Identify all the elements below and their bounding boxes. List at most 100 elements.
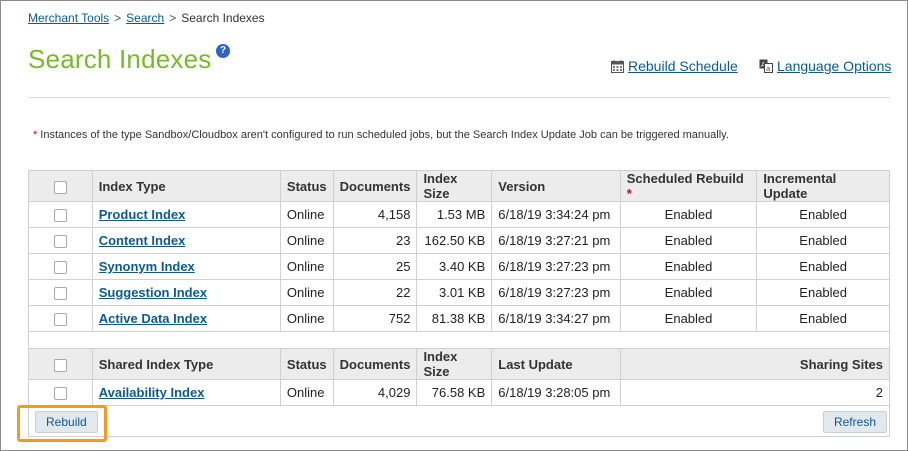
sharing-sites-cell: 2 <box>619 379 891 406</box>
help-icon[interactable]: ? <box>216 44 230 58</box>
shared-select-all-checkbox[interactable] <box>53 358 67 372</box>
scheduled-rebuild-cell: Enabled <box>619 279 758 306</box>
index-type-cell: Availability Index <box>91 379 281 406</box>
row-select-cell <box>28 305 93 332</box>
row-select-cell <box>28 279 93 306</box>
index-link[interactable]: Availability Index <box>99 385 205 400</box>
column-header: Scheduled Rebuild * <box>619 170 758 202</box>
row-checkbox[interactable] <box>53 387 67 401</box>
row-checkbox[interactable] <box>53 235 67 249</box>
index-type-cell: Product Index <box>91 201 281 228</box>
table-row: Active Data Index Online 752 81.38 KB 6/… <box>28 305 890 332</box>
last-update-cell: 6/18/19 3:28:05 pm <box>491 379 621 406</box>
index-link[interactable]: Content Index <box>99 233 186 248</box>
column-header: Incremental Update <box>756 170 890 202</box>
select-all-checkbox[interactable] <box>53 180 67 194</box>
spacer-cell <box>28 331 890 349</box>
column-header: Shared Index Type <box>91 348 281 380</box>
select-all-cell <box>28 170 93 202</box>
status-cell: Online <box>279 227 334 254</box>
row-checkbox[interactable] <box>53 261 67 275</box>
shared-header-row: Shared Index Type Status Documents Index… <box>28 348 891 380</box>
table-spacer-row <box>28 331 890 349</box>
language-options-link[interactable]: Language Options <box>777 58 891 74</box>
status-cell: Online <box>279 279 334 306</box>
required-icon: * <box>626 186 632 201</box>
column-header: Last Update <box>491 348 621 380</box>
row-select-cell <box>28 253 93 280</box>
column-header: Status <box>279 170 334 202</box>
table-row: Synonym Index Online 25 3.40 KB 6/18/19 … <box>28 253 890 280</box>
svg-text:a: a <box>766 65 770 73</box>
index-type-cell: Active Data Index <box>91 305 281 332</box>
column-header: Documents <box>332 170 418 202</box>
scheduled-rebuild-cell: Enabled <box>619 201 758 228</box>
documents-cell: 4,158 <box>332 201 418 228</box>
column-header: Status <box>279 348 334 380</box>
column-header: Version <box>491 170 621 202</box>
index-link[interactable]: Active Data Index <box>99 311 207 326</box>
size-cell: 76.58 KB <box>416 379 493 406</box>
documents-cell: 23 <box>332 227 418 254</box>
status-cell: Online <box>279 201 334 228</box>
row-select-cell <box>28 379 93 406</box>
scheduled-rebuild-cell: Enabled <box>619 305 758 332</box>
column-header: Sharing Sites <box>619 348 891 380</box>
table-row: Suggestion Index Online 22 3.01 KB 6/18/… <box>28 279 890 306</box>
documents-cell: 22 <box>332 279 418 306</box>
column-header: Index Type <box>91 170 281 202</box>
incremental-update-cell: Enabled <box>756 279 890 306</box>
row-checkbox[interactable] <box>53 313 67 327</box>
size-cell: 3.40 KB <box>416 253 493 280</box>
table-footer: Rebuild Refresh <box>28 406 890 437</box>
index-link[interactable]: Product Index <box>99 207 186 222</box>
row-checkbox[interactable] <box>53 209 67 223</box>
index-type-cell: Synonym Index <box>91 253 281 280</box>
info-note: * Instances of the type Sandbox/Cloudbox … <box>33 129 729 141</box>
column-header-label: Scheduled Rebuild <box>626 171 744 186</box>
info-note-text: Instances of the type Sandbox/Cloudbox a… <box>40 129 729 141</box>
incremental-update-cell: Enabled <box>756 305 890 332</box>
language-icon: Aa <box>759 59 773 73</box>
table-row: Availability Index Online 4,029 76.58 KB… <box>28 379 891 406</box>
page-title: Search Indexes <box>28 44 212 74</box>
table-row: Content Index Online 23 162.50 KB 6/18/1… <box>28 227 890 254</box>
column-header: Index Size <box>416 170 493 202</box>
breadcrumb-search[interactable]: Search <box>126 11 164 25</box>
size-cell: 162.50 KB <box>416 227 493 254</box>
status-cell: Online <box>279 305 334 332</box>
index-type-cell: Content Index <box>91 227 281 254</box>
scheduled-rebuild-cell: Enabled <box>619 253 758 280</box>
row-select-cell <box>28 201 93 228</box>
documents-cell: 4,029 <box>332 379 418 406</box>
size-cell: 3.01 KB <box>416 279 493 306</box>
documents-cell: 25 <box>332 253 418 280</box>
rebuild-schedule-link[interactable]: Rebuild Schedule <box>628 58 738 74</box>
required-icon: * <box>33 129 38 141</box>
breadcrumb: Merchant Tools > Search > Search Indexes <box>28 11 265 25</box>
documents-cell: 752 <box>332 305 418 332</box>
breadcrumb-merchant-tools[interactable]: Merchant Tools <box>28 11 109 25</box>
table-row: Product Index Online 4,158 1.53 MB 6/18/… <box>28 201 890 228</box>
row-select-cell <box>28 227 93 254</box>
column-header: Documents <box>332 348 418 380</box>
version-cell: 6/18/19 3:34:24 pm <box>491 201 621 228</box>
refresh-button[interactable]: Refresh <box>822 411 887 433</box>
search-indexes-table: Index Type Status Documents Index Size V… <box>28 170 891 406</box>
table-header-row: Index Type Status Documents Index Size V… <box>28 170 890 202</box>
column-header: Index Size <box>416 348 493 380</box>
version-cell: 6/18/19 3:27:23 pm <box>491 253 621 280</box>
divider <box>28 97 890 98</box>
breadcrumb-separator: > <box>169 11 177 25</box>
incremental-update-cell: Enabled <box>756 201 890 228</box>
index-link[interactable]: Synonym Index <box>99 259 195 274</box>
index-type-cell: Suggestion Index <box>91 279 281 306</box>
breadcrumb-separator: > <box>114 11 122 25</box>
breadcrumb-current: Search Indexes <box>181 11 265 25</box>
status-cell: Online <box>279 379 334 406</box>
incremental-update-cell: Enabled <box>756 227 890 254</box>
rebuild-schedule-link-group[interactable]: Rebuild Schedule <box>611 58 738 74</box>
index-link[interactable]: Suggestion Index <box>99 285 207 300</box>
row-checkbox[interactable] <box>53 287 67 301</box>
language-options-link-group[interactable]: Aa Language Options <box>759 58 891 74</box>
